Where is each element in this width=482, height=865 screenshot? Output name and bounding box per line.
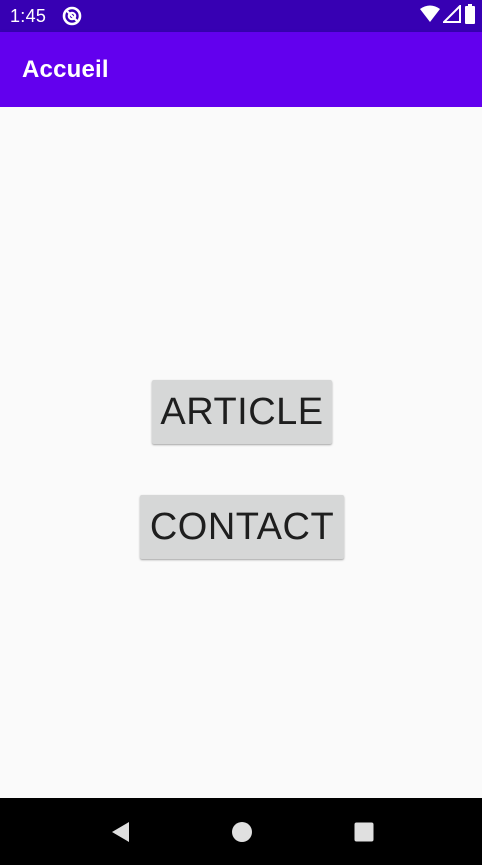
wifi-icon xyxy=(420,5,440,28)
page-title: Accueil xyxy=(22,56,109,83)
contact-button[interactable]: CONTACT xyxy=(140,495,344,559)
status-bar: 1:45 xyxy=(0,0,482,32)
battery-icon xyxy=(464,3,476,29)
home-icon[interactable] xyxy=(228,818,256,846)
recents-icon[interactable] xyxy=(350,818,378,846)
status-icons xyxy=(420,3,476,29)
article-button[interactable]: ARTICLE xyxy=(152,380,332,444)
main-content: ARTICLE CONTACT xyxy=(0,107,482,798)
do-not-disturb-icon xyxy=(61,5,83,27)
app-toolbar: Accueil xyxy=(0,32,482,107)
signal-icon xyxy=(441,3,461,28)
navigation-bar xyxy=(0,798,482,865)
back-icon[interactable] xyxy=(106,818,134,846)
status-time: 1:45 xyxy=(10,6,47,26)
